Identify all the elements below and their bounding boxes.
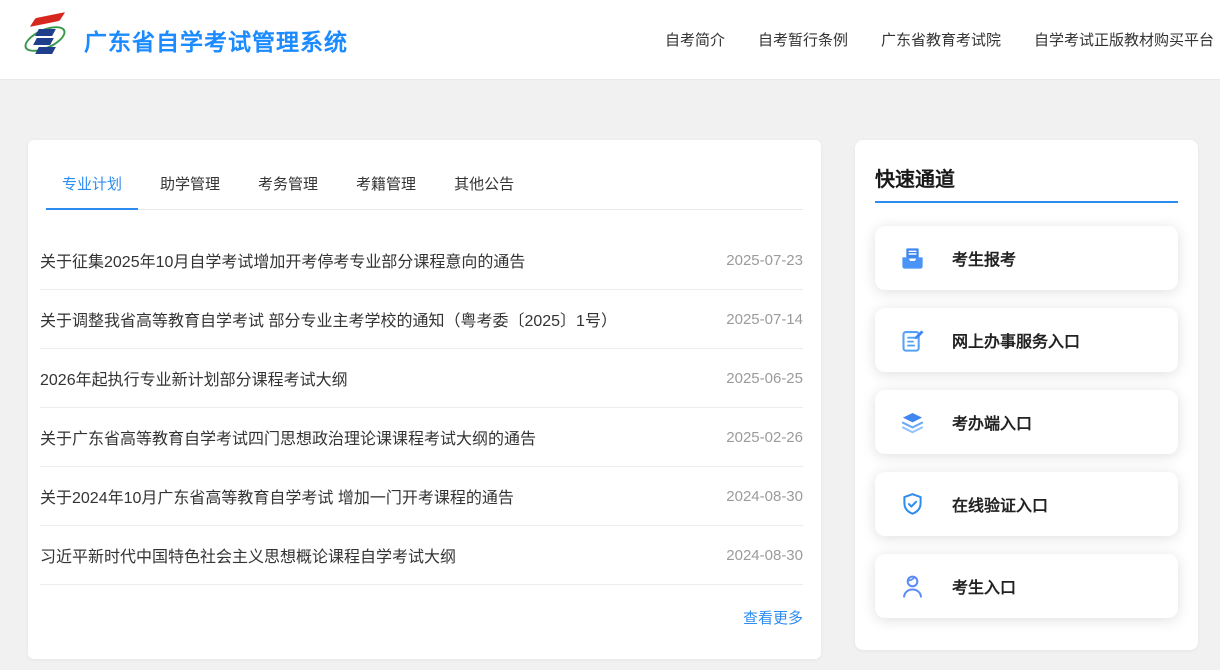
main-content: 专业计划 助学管理 考务管理 考籍管理 其他公告 关于征集2025年10月自学考… — [28, 140, 1198, 659]
top-header: 广东省自学考试管理系统 自考简介 自考暂行条例 广东省教育考试院 自学考试正版教… — [0, 0, 1220, 80]
logo-bar-shape — [35, 29, 56, 36]
layers-icon — [899, 409, 926, 436]
tab-exam-registry[interactable]: 考籍管理 — [340, 160, 432, 210]
quick-link-label: 考办端入口 — [952, 410, 1032, 434]
tab-exam-affairs[interactable]: 考务管理 — [242, 160, 334, 210]
site-logo-icon — [22, 12, 68, 68]
announcement-row[interactable]: 关于2024年10月广东省高等教育自学考试 增加一门开考课程的通告 2024-0… — [40, 467, 803, 526]
quick-link-label: 考生报考 — [952, 246, 1016, 270]
brand: 广东省自学考试管理系统 — [22, 12, 348, 68]
announcement-date: 2025-07-14 — [706, 311, 803, 328]
announcement-row[interactable]: 关于征集2025年10月自学考试增加开考停考专业部分课程意向的通告 2025-0… — [40, 231, 803, 290]
announcement-row[interactable]: 关于调整我省高等教育自学考试 部分专业主考学校的通知（粤考委〔2025〕1号） … — [40, 290, 803, 349]
announcement-row[interactable]: 习近平新时代中国特色社会主义思想概论课程自学考试大纲 2024-08-30 — [40, 526, 803, 585]
quick-access-panel: 快速通道 考生报考 网上办事服务入口 — [855, 140, 1198, 650]
quick-link-label: 网上办事服务入口 — [952, 328, 1080, 352]
announcement-title: 关于广东省高等教育自学考试四门思想政治理论课课程考试大纲的通告 — [40, 425, 536, 449]
logo-red-shape — [30, 12, 65, 27]
quick-access-title: 快速通道 — [875, 163, 1178, 203]
clipboard-edit-icon — [899, 327, 926, 354]
shield-check-icon — [899, 491, 926, 518]
tab-study-support[interactable]: 助学管理 — [144, 160, 236, 210]
logo-bar-shape — [33, 38, 54, 45]
quick-link-candidate-registration[interactable]: 考生报考 — [875, 226, 1178, 290]
quick-link-label: 在线验证入口 — [952, 492, 1048, 516]
view-more-link[interactable]: 查看更多 — [743, 610, 803, 627]
quick-link-candidate-portal[interactable]: 考生入口 — [875, 554, 1178, 618]
view-more-row: 查看更多 — [40, 607, 803, 628]
tab-other-notices[interactable]: 其他公告 — [438, 160, 530, 210]
announcement-list: 关于征集2025年10月自学考试增加开考停考专业部分课程意向的通告 2025-0… — [40, 231, 803, 585]
quick-link-exam-office-portal[interactable]: 考办端入口 — [875, 390, 1178, 454]
nav-link-education-exam-institute[interactable]: 广东省教育考试院 — [881, 29, 1001, 50]
announcements-panel: 专业计划 助学管理 考务管理 考籍管理 其他公告 关于征集2025年10月自学考… — [28, 140, 821, 659]
announcement-date: 2024-08-30 — [706, 488, 803, 505]
announcement-date: 2025-07-23 — [706, 252, 803, 269]
inbox-icon — [899, 245, 926, 272]
announcement-title: 关于2024年10月广东省高等教育自学考试 增加一门开考课程的通告 — [40, 484, 514, 508]
announcement-title: 2026年起执行专业新计划部分课程考试大纲 — [40, 366, 348, 390]
site-title: 广东省自学考试管理系统 — [84, 23, 348, 57]
announcement-row[interactable]: 2026年起执行专业新计划部分课程考试大纲 2025-06-25 — [40, 349, 803, 408]
quick-link-online-services[interactable]: 网上办事服务入口 — [875, 308, 1178, 372]
announcement-row[interactable]: 关于广东省高等教育自学考试四门思想政治理论课课程考试大纲的通告 2025-02-… — [40, 408, 803, 467]
tab-major-plan[interactable]: 专业计划 — [46, 160, 138, 210]
nav-link-self-exam-intro[interactable]: 自考简介 — [665, 29, 725, 50]
announcement-tabs: 专业计划 助学管理 考务管理 考籍管理 其他公告 — [46, 160, 803, 210]
announcement-title: 习近平新时代中国特色社会主义思想概论课程自学考试大纲 — [40, 543, 456, 567]
logo-bar-shape — [35, 47, 56, 54]
nav-link-provisional-regulations[interactable]: 自考暂行条例 — [758, 29, 848, 50]
quick-link-label: 考生入口 — [952, 574, 1016, 598]
user-icon — [899, 573, 926, 600]
nav-link-textbook-platform[interactable]: 自学考试正版教材购买平台 — [1034, 29, 1214, 50]
announcement-date: 2025-06-25 — [706, 370, 803, 387]
top-nav: 自考简介 自考暂行条例 广东省教育考试院 自学考试正版教材购买平台 — [632, 29, 1214, 50]
announcement-title: 关于调整我省高等教育自学考试 部分专业主考学校的通知（粤考委〔2025〕1号） — [40, 307, 617, 331]
quick-link-online-verification[interactable]: 在线验证入口 — [875, 472, 1178, 536]
announcement-date: 2025-02-26 — [706, 429, 803, 446]
announcement-date: 2024-08-30 — [706, 547, 803, 564]
announcement-title: 关于征集2025年10月自学考试增加开考停考专业部分课程意向的通告 — [40, 248, 525, 272]
